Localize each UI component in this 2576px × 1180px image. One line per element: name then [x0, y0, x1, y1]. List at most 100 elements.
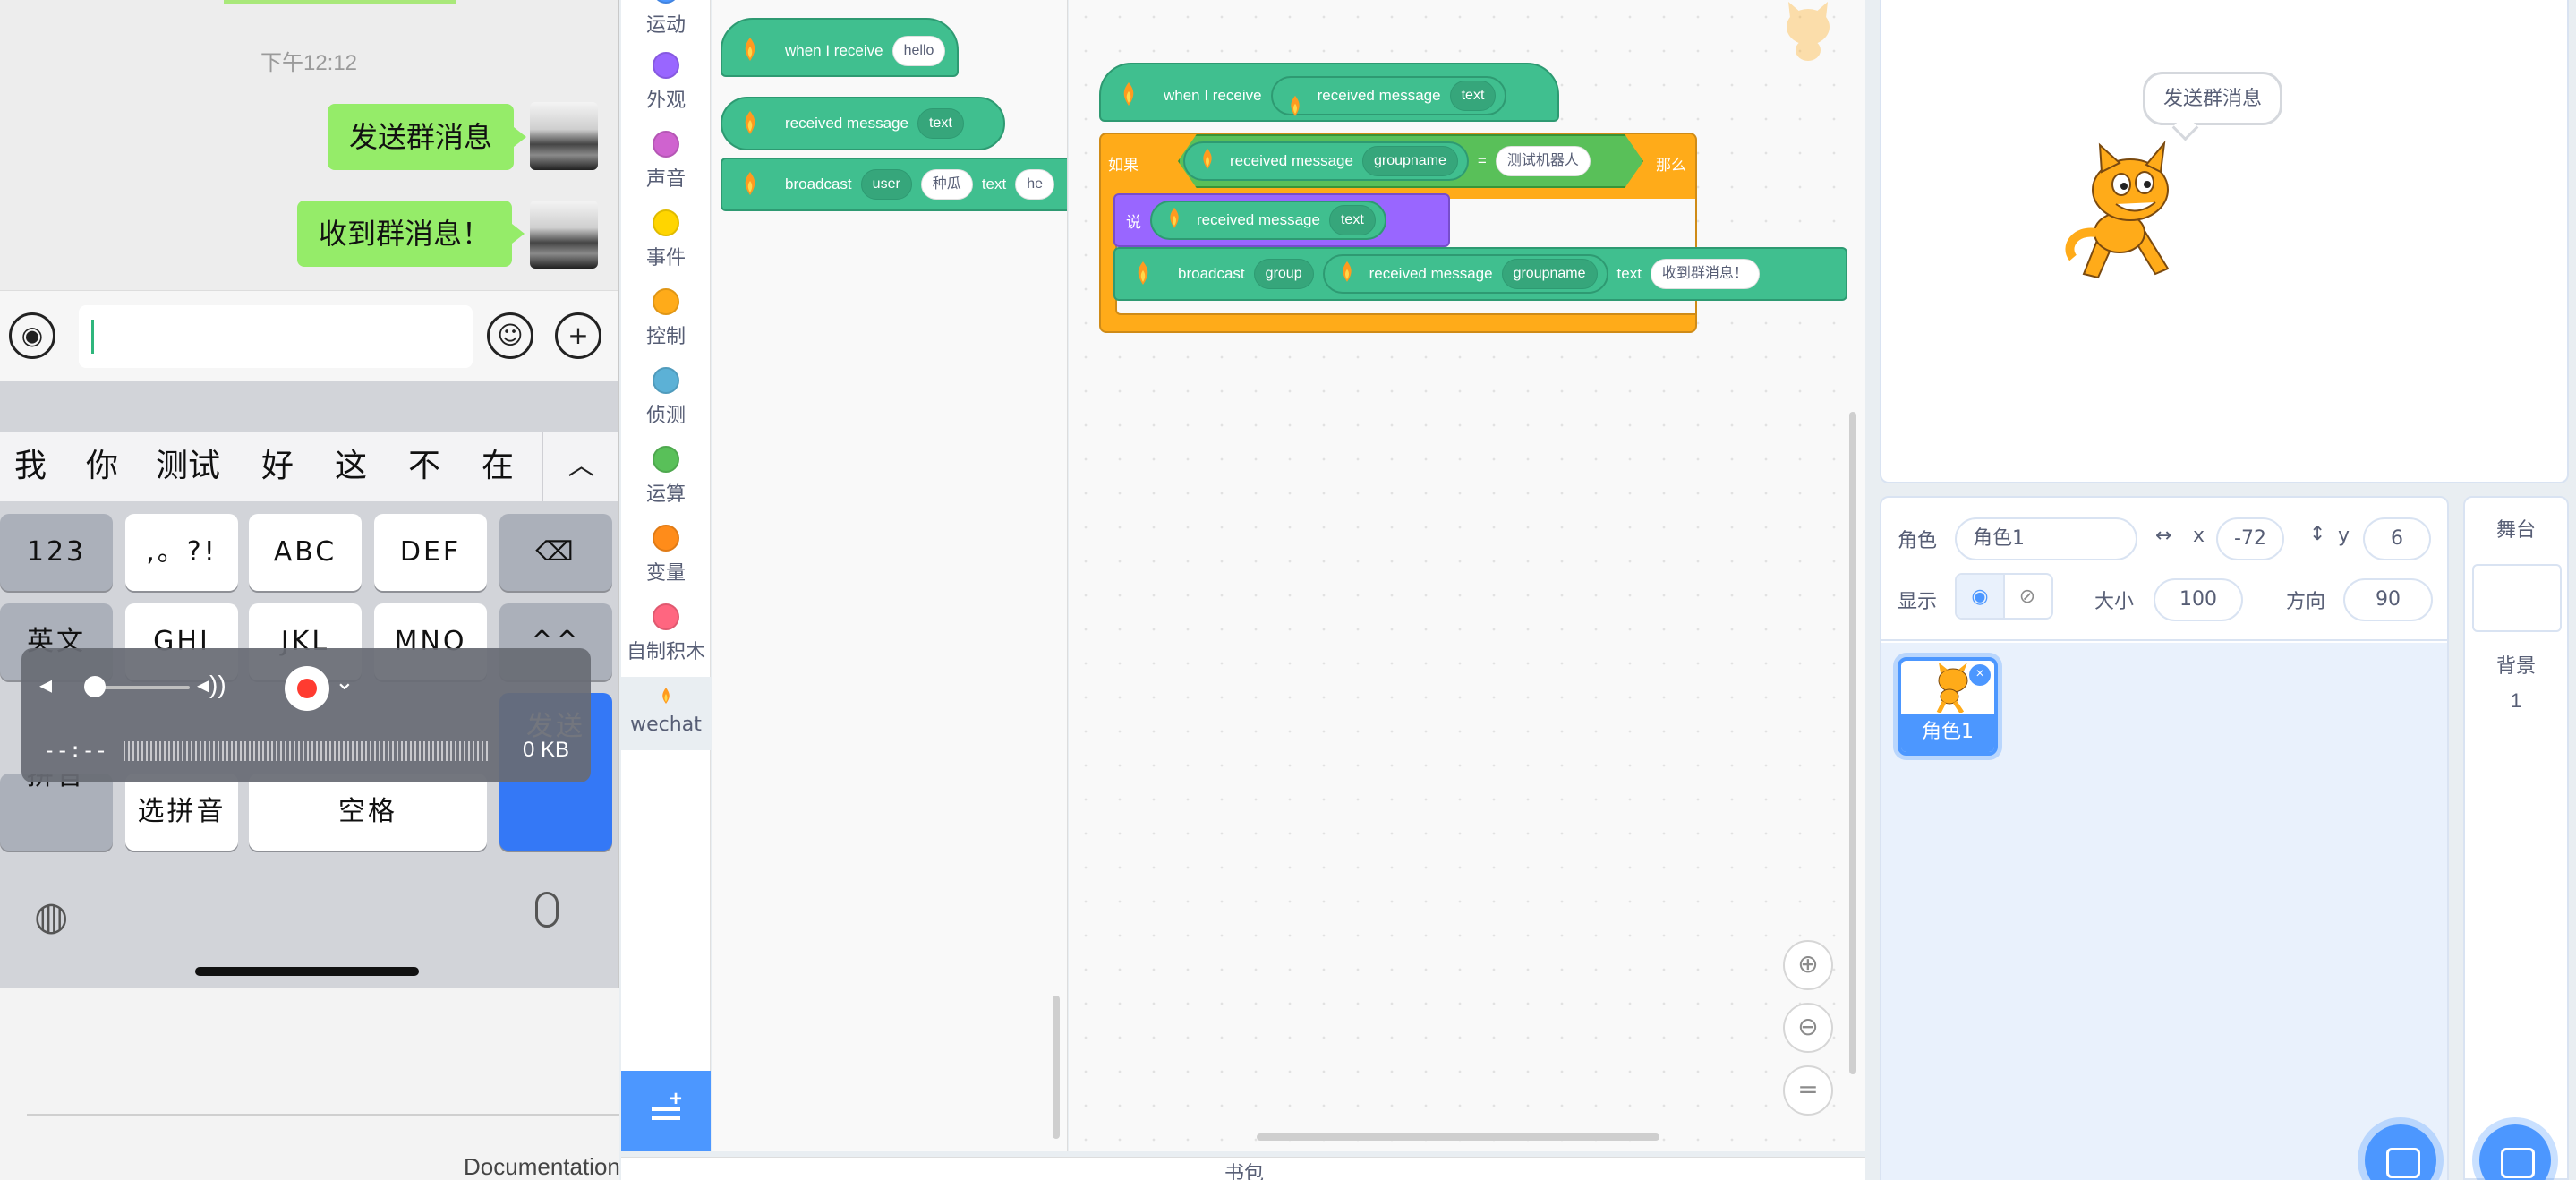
block-received-message[interactable]: received message text: [721, 97, 1005, 150]
key-123[interactable]: 123: [0, 514, 113, 591]
delete-sprite-icon[interactable]: ×: [1969, 664, 1991, 686]
backdrop-count: 1: [2510, 689, 2522, 712]
key-punctuation[interactable]: ,。?!: [125, 514, 238, 591]
chevron-down-icon[interactable]: ⌄: [335, 668, 354, 696]
microphone-icon[interactable]: [535, 892, 559, 928]
candidate-word[interactable]: 我: [14, 432, 47, 501]
category-variables[interactable]: 变量: [621, 525, 711, 586]
emoji-icon[interactable]: ☺: [487, 312, 533, 359]
add-extension-button[interactable]: [621, 1071, 711, 1151]
previous-message-bubble-edge: [224, 0, 456, 4]
candidate-word[interactable]: 测试: [156, 432, 220, 501]
avatar[interactable]: [530, 201, 598, 269]
reporter-received-message[interactable]: received message text: [1270, 76, 1507, 116]
key-select-pinyin[interactable]: 选拼音: [125, 774, 238, 851]
category-sensing[interactable]: 侦测: [621, 367, 711, 428]
size-label: 大小: [2094, 591, 2135, 613]
category-motion[interactable]: 运动: [621, 0, 711, 38]
block-input[interactable]: 种瓜: [920, 169, 973, 200]
block-label: received message: [1317, 87, 1441, 104]
block-dropdown[interactable]: group: [1253, 259, 1314, 289]
backpack-label: 书包: [1224, 1163, 1265, 1180]
block-label: received message: [1369, 265, 1493, 282]
category-wechat[interactable]: wechat: [621, 677, 711, 750]
block-input[interactable]: he: [1015, 169, 1055, 200]
block-when-i-receive-script[interactable]: when I receive received message text: [1099, 63, 1559, 122]
x-arrow-icon: ↔: [2155, 525, 2172, 547]
scratch-cat-sprite[interactable]: [2048, 140, 2200, 292]
sprite-thumbnail-name: 角色1: [1901, 714, 1994, 752]
reporter-received-message[interactable]: received message text: [1150, 201, 1386, 240]
key-pinyin[interactable]: 拼音: [0, 774, 113, 851]
audio-recorder-overlay: ◂ ◂)) ⌄ --:-- 0 KB: [21, 648, 591, 782]
record-button[interactable]: [285, 666, 329, 711]
backpack-panel[interactable]: 书包: [621, 1157, 1865, 1180]
reporter-received-message[interactable]: received message groupname: [1322, 254, 1608, 294]
category-sound[interactable]: 声音: [621, 131, 711, 192]
volume-high-icon: ◂)): [197, 671, 226, 698]
documentation-link[interactable]: Documentation: [464, 1153, 620, 1180]
phone-chat-window: 下午12:12 发送群消息 收到群消息！ ◉ ☺ + 我 你 测试 好 这 不 …: [0, 0, 619, 988]
sprite-thumbnail[interactable]: × 角色1: [1898, 657, 1998, 756]
category-control[interactable]: 控制: [621, 288, 711, 349]
category-my-blocks[interactable]: 自制积木: [621, 603, 711, 664]
category-dot-icon: [653, 446, 679, 473]
chat-bubble-sent[interactable]: 发送群消息: [328, 104, 527, 170]
block-input[interactable]: 测试机器人: [1495, 146, 1591, 176]
space-key[interactable]: 空格: [249, 774, 487, 851]
chat-bubble-received[interactable]: 收到群消息！: [297, 201, 525, 267]
y-input[interactable]: 6: [2363, 517, 2431, 560]
category-operators[interactable]: 运算: [621, 446, 711, 507]
block-input[interactable]: 收到群消息！: [1650, 259, 1760, 289]
sprite-name-input[interactable]: 角色1: [1955, 517, 2137, 560]
avatar[interactable]: [530, 102, 598, 170]
stage-selector-panel[interactable]: 舞台 背景 1: [2463, 496, 2569, 1180]
block-input[interactable]: hello: [891, 36, 946, 66]
direction-input[interactable]: 90: [2343, 578, 2433, 621]
flyout-scrollbar[interactable]: [1053, 996, 1060, 1139]
candidate-word[interactable]: 这: [335, 432, 367, 501]
candidate-word[interactable]: 不: [408, 432, 440, 501]
zoom-reset-icon[interactable]: =: [1783, 1065, 1833, 1116]
block-dropdown[interactable]: groupname: [1361, 146, 1458, 176]
plus-icon[interactable]: +: [555, 312, 601, 359]
chevron-up-icon[interactable]: ︿: [542, 432, 618, 501]
show-eye-icon[interactable]: ◉: [1957, 575, 2005, 618]
workspace-vertical-scrollbar[interactable]: [1849, 412, 1856, 1074]
category-looks[interactable]: 外观: [621, 52, 711, 113]
zoom-in-icon[interactable]: ⊕: [1783, 940, 1833, 990]
block-dropdown[interactable]: user: [860, 169, 912, 200]
y-arrow-icon: ↕: [2309, 523, 2326, 545]
block-dropdown[interactable]: text: [917, 108, 964, 139]
size-input[interactable]: 100: [2154, 578, 2243, 621]
hide-eye-icon[interactable]: ⊘: [2003, 575, 2051, 618]
category-events[interactable]: 事件: [621, 209, 711, 270]
voice-input-icon[interactable]: ◉: [9, 312, 55, 359]
backspace-icon[interactable]: ⌫: [499, 514, 612, 591]
block-dropdown[interactable]: text: [1449, 81, 1497, 111]
key-def[interactable]: DEF: [374, 514, 487, 591]
candidate-word[interactable]: 你: [86, 432, 118, 501]
equals-condition: received message groupname = 测试机器人: [1174, 138, 1591, 184]
say-block[interactable]: 说 received message text: [1113, 193, 1450, 247]
volume-slider-knob[interactable]: [84, 676, 106, 697]
globe-icon[interactable]: ◍: [34, 894, 68, 939]
codelab-logo-icon: [662, 688, 670, 704]
candidate-word[interactable]: 好: [261, 432, 294, 501]
workspace-horizontal-scrollbar[interactable]: [1257, 1133, 1659, 1141]
block-label: broadcast: [785, 175, 852, 192]
stage-canvas[interactable]: 发送群消息: [1880, 0, 2569, 483]
x-input[interactable]: -72: [2216, 517, 2284, 560]
zoom-out-icon[interactable]: ⊖: [1783, 1003, 1833, 1053]
reporter-received-message[interactable]: received message groupname: [1183, 141, 1469, 181]
candidate-word[interactable]: 在: [482, 432, 514, 501]
block-dropdown[interactable]: text: [1328, 205, 1376, 235]
key-abc[interactable]: ABC: [249, 514, 362, 591]
message-input[interactable]: [79, 305, 473, 368]
block-dropdown[interactable]: groupname: [1501, 259, 1598, 289]
block-broadcast[interactable]: broadcast user 种瓜 text he: [721, 158, 1067, 211]
block-when-i-receive[interactable]: when I receive hello: [721, 18, 959, 77]
block-broadcast-group[interactable]: broadcast group received message groupna…: [1113, 247, 1847, 301]
category-dot-icon: [653, 525, 679, 552]
stage-thumbnail[interactable]: [2472, 564, 2562, 632]
